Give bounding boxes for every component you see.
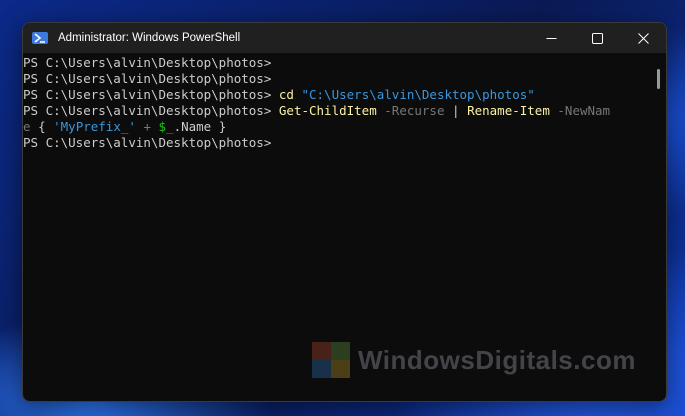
scrollbar-thumb[interactable] (657, 69, 660, 89)
prompt: PS C:\Users\alvin\Desktop\photos> (23, 71, 272, 86)
member-name: .Name (173, 119, 212, 134)
terminal-line: PS C:\Users\alvin\Desktop\photos> (23, 71, 651, 87)
command: cd (278, 87, 294, 102)
watermark-logo-icon (312, 342, 350, 378)
terminal-line: PS C:\Users\alvin\Desktop\photos> (23, 55, 651, 71)
close-button[interactable] (620, 23, 666, 53)
close-icon (637, 32, 649, 44)
logo-tile (312, 342, 331, 360)
prompt: PS C:\Users\alvin\Desktop\photos> (23, 103, 272, 118)
terminal-line: PS C:\Users\alvin\Desktop\photos> (23, 135, 651, 151)
watermark: WindowsDigitals.com (312, 342, 636, 378)
terminal-line: PS C:\Users\alvin\Desktop\photos> Get-Ch… (23, 103, 651, 119)
watermark-text: WindowsDigitals.com (358, 344, 636, 375)
maximize-icon (591, 32, 603, 44)
brace: } (218, 119, 227, 134)
path-string: "C:\Users\alvin\Desktop\photos" (301, 87, 535, 102)
parameter: -Recurse (384, 103, 445, 118)
logo-tile (331, 360, 350, 378)
window-controls (528, 23, 666, 53)
pipe-operator: | (452, 103, 460, 118)
title-bar[interactable]: Administrator: Windows PowerShell (23, 23, 666, 53)
logo-tile (331, 342, 350, 360)
brace: { (38, 119, 46, 134)
operator: + (143, 119, 151, 134)
logo-tile (312, 360, 331, 378)
prompt: PS C:\Users\alvin\Desktop\photos> (23, 87, 272, 102)
parameter: -NewNam (557, 103, 611, 118)
minimize-button[interactable] (528, 23, 574, 53)
terminal-line: PS C:\Users\alvin\Desktop\photos> cd "C:… (23, 87, 651, 103)
prompt: PS C:\Users\alvin\Desktop\photos> (23, 55, 272, 70)
parameter-wrap: e (23, 119, 31, 134)
minimize-icon (546, 37, 556, 39)
window-title: Administrator: Windows PowerShell (58, 32, 241, 44)
cmdlet: Rename-Item (467, 103, 550, 118)
variable: $_ (158, 119, 174, 134)
cmdlet: Get-ChildItem (278, 103, 377, 118)
powershell-icon (32, 32, 48, 44)
maximize-button[interactable] (574, 23, 620, 53)
prompt: PS C:\Users\alvin\Desktop\photos> (23, 135, 272, 150)
terminal-line: e { 'MyPrefix_' + $_.Name } (23, 119, 651, 135)
string-literal: 'MyPrefix_' (53, 119, 136, 134)
